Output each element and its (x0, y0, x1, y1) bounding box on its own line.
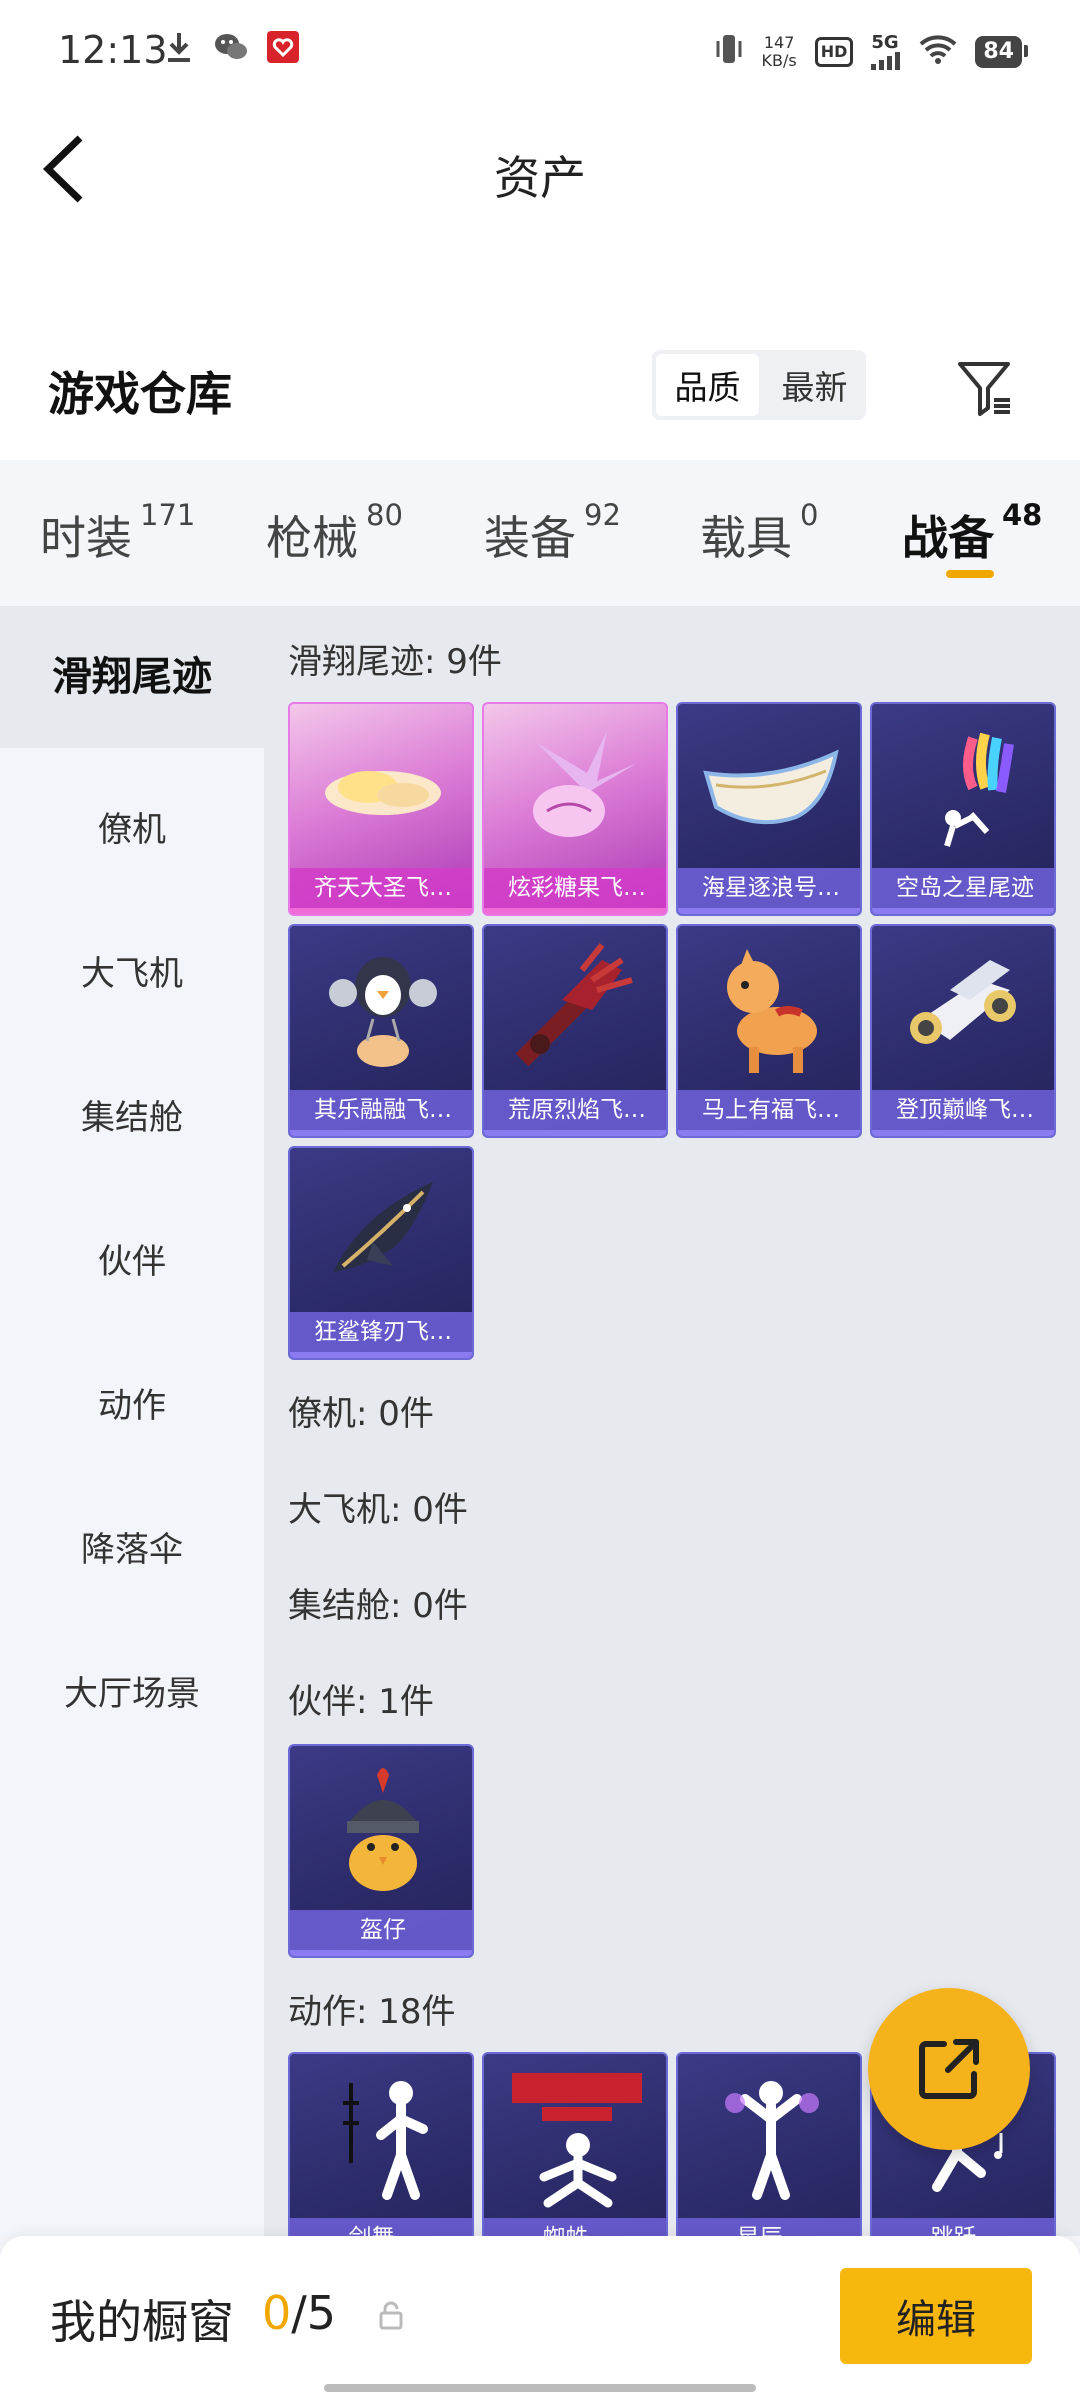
app-notification-icon (266, 30, 300, 64)
vibrate-icon (714, 32, 744, 71)
jet-icon (872, 926, 1054, 1094)
status-bar: 12:13 147 KB/s HD 5G 84 (0, 0, 1080, 100)
item-name: 星辰… (678, 2218, 860, 2236)
flame-glider-icon (484, 926, 666, 1094)
showcase-bar: 我的橱窗 0/5 编辑 (0, 2236, 1080, 2400)
dancer-icon (290, 2054, 472, 2222)
sort-newest-button[interactable]: 最新 (763, 350, 866, 420)
sidebar-item-emote[interactable]: 动作 (0, 1378, 264, 1427)
item-card[interactable]: 盔仔 (288, 1744, 474, 1958)
item-card[interactable]: 马上有福飞… (676, 924, 862, 1138)
showcase-label: 我的橱窗 (50, 2295, 234, 2349)
sidebar-item-lobby-scene[interactable]: 大厅场景 (0, 1666, 264, 1715)
item-name: 马上有福飞… (678, 1090, 860, 1130)
sidebar: 滑翔尾迹 僚机 大飞机 集结舱 伙伴 动作 降落伞 大厅场景 (0, 606, 264, 2236)
item-card[interactable]: 登顶巅峰飞… (870, 924, 1056, 1138)
shark-icon (290, 1148, 472, 1316)
tab-combat-gear[interactable]: 战备 48 (902, 498, 1042, 568)
status-left-icons (162, 30, 300, 64)
sidebar-item-buddy[interactable]: 伙伴 (0, 1234, 264, 1283)
tab-fashion[interactable]: 时装 171 (40, 498, 195, 568)
warehouse-title: 游戏仓库 (48, 367, 232, 421)
item-name: 其乐融融飞… (290, 1090, 472, 1130)
sort-quality-button[interactable]: 品质 (656, 354, 759, 416)
item-name: 登顶巅峰飞… (872, 1090, 1054, 1130)
item-card[interactable]: 星辰… (676, 2052, 862, 2236)
item-name: 跳跃… (872, 2218, 1054, 2236)
filter-button[interactable] (954, 356, 1016, 418)
spider-pose-icon (484, 2054, 666, 2222)
item-card[interactable]: 其乐融融飞… (288, 924, 474, 1138)
item-name: 荒原烈焰飞… (484, 1090, 666, 1130)
item-name: 蜘蛛… (484, 2218, 666, 2236)
battery-indicator: 84 (975, 35, 1028, 68)
signal-5g: 5G (871, 33, 901, 70)
horse-icon (678, 926, 860, 1094)
section-title-big-plane: 大飞机: 0件 (288, 1490, 468, 1530)
penguin-icon (290, 926, 472, 1094)
tab-equipment[interactable]: 装备 92 (484, 498, 621, 568)
filter-icon (958, 362, 1010, 416)
boat-icon (678, 704, 860, 872)
section-title-buddy: 伙伴: 1件 (288, 1682, 434, 1722)
item-card[interactable]: 剑舞… (288, 2052, 474, 2236)
tab-weapons[interactable]: 枪械 80 (266, 498, 403, 568)
home-indicator[interactable] (324, 2384, 756, 2392)
golden-cloud-icon (290, 704, 472, 872)
item-name: 海星逐浪号… (678, 868, 860, 908)
rainbow-smoke-icon (872, 704, 1054, 872)
status-time: 12:13 (58, 28, 168, 72)
page-title: 资产 (494, 151, 586, 205)
signal-icon (871, 51, 901, 70)
item-name: 剑舞… (290, 2218, 472, 2236)
download-icon (162, 30, 196, 64)
active-tab-indicator (946, 570, 994, 578)
section-title-assembly-pod: 集结舱: 0件 (288, 1586, 468, 1626)
lock-icon (376, 2300, 406, 2330)
item-name: 狂鲨锋刃飞… (290, 1312, 472, 1352)
edit-button[interactable]: 编辑 (840, 2268, 1032, 2364)
share-button[interactable] (868, 1988, 1030, 2150)
item-name: 空岛之星尾迹 (872, 868, 1054, 908)
sidebar-item-glide-trail[interactable]: 滑翔尾迹 (0, 606, 264, 748)
showcase-count: 0/5 (262, 2286, 337, 2340)
hd-badge: HD (814, 36, 854, 67)
section-title-wingman: 僚机: 0件 (288, 1394, 434, 1434)
item-card[interactable]: 齐天大圣飞… (288, 702, 474, 916)
item-card[interactable]: 狂鲨锋刃飞… (288, 1146, 474, 1360)
item-card[interactable]: 海星逐浪号… (676, 702, 862, 916)
sidebar-item-big-plane[interactable]: 大飞机 (0, 946, 264, 995)
helmet-chick-icon (290, 1746, 472, 1914)
category-tabs: 时装 171 枪械 80 装备 92 载具 0 战备 48 (0, 460, 1080, 606)
warehouse-header: 游戏仓库 品质 最新 (0, 310, 1080, 460)
section-title-emote: 动作: 18件 (288, 1992, 456, 2032)
wechat-icon (214, 30, 248, 64)
app-header: 资产 (0, 100, 1080, 310)
sidebar-item-wingman[interactable]: 僚机 (0, 802, 264, 851)
item-name: 齐天大圣飞… (290, 868, 472, 908)
sidebar-item-parachute[interactable]: 降落伞 (0, 1522, 264, 1571)
dancer-icon (678, 2054, 860, 2222)
item-card[interactable]: 荒原烈焰飞… (482, 924, 668, 1138)
network-speed: 147 KB/s (761, 32, 797, 70)
item-name: 炫彩糖果飞… (484, 868, 666, 908)
item-card[interactable]: 炫彩糖果飞… (482, 702, 668, 916)
wifi-icon (919, 34, 957, 69)
item-card[interactable]: 空岛之星尾迹 (870, 702, 1056, 916)
section-title-glide: 滑翔尾迹: 9件 (288, 642, 502, 682)
sort-toggle: 品质 最新 (652, 350, 866, 420)
tab-vehicles[interactable]: 载具 0 (700, 498, 818, 568)
item-name: 盔仔 (290, 1910, 472, 1950)
item-card[interactable]: 蜘蛛… (482, 2052, 668, 2236)
sidebar-item-assembly-pod[interactable]: 集结舱 (0, 1090, 264, 1139)
status-right-icons: 147 KB/s HD 5G 84 (714, 32, 1028, 71)
candy-icon (484, 704, 666, 872)
share-icon (919, 2039, 979, 2099)
